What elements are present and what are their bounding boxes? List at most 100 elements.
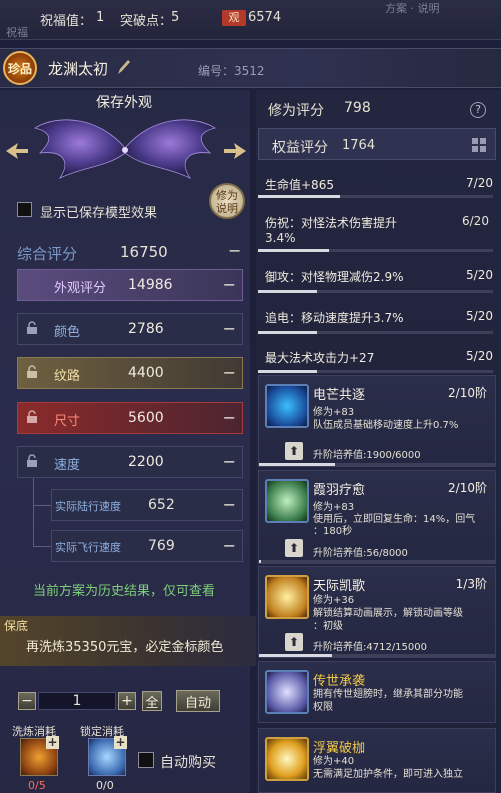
upgrade-arrow-icon[interactable]: ⬆ [285, 633, 303, 651]
land-speed-collapse[interactable]: − [223, 495, 236, 514]
skill-progress-bar [259, 654, 495, 657]
decrease-quantity-button[interactable]: − [18, 692, 36, 710]
prev-arrow-icon[interactable] [4, 140, 30, 166]
total-score-collapse[interactable]: − [228, 241, 241, 260]
speed-value: 2200 [128, 454, 164, 470]
wing-skill-icon [265, 737, 309, 781]
skill-progress-fill [259, 654, 333, 657]
upgrade-arrow-icon[interactable]: ⬆ [285, 442, 303, 460]
breakthrough-label: 突破点： [120, 14, 173, 29]
size-collapse[interactable]: − [223, 408, 236, 427]
stat-text: 伤祝：对怪法术伤害提升 [265, 216, 398, 230]
pattern-collapse[interactable]: − [223, 363, 236, 382]
skill-line: 修为+83 [313, 407, 355, 418]
help-icon[interactable]: ? [470, 102, 486, 118]
lock-cost-count: 0/0 [96, 779, 114, 792]
cultivation-score-label: 修为评分 [268, 103, 324, 119]
skill-line: 权限 [313, 702, 333, 713]
blessing-tag: 祝福 [6, 26, 28, 39]
speed-collapse[interactable]: − [223, 452, 236, 471]
pattern-value: 4400 [128, 365, 164, 381]
rename-pen-icon[interactable] [116, 58, 132, 76]
blessing-label: 祝福值： [40, 14, 93, 29]
skill-name: 传世承袭 [313, 674, 366, 689]
stat-text: 追电：移动速度提升3.7% [265, 311, 404, 325]
lightning-skill-icon [265, 384, 309, 428]
fly-speed-label: 实际飞行速度 [55, 541, 121, 554]
top-right-faint-text: 方案 · 说明 [385, 2, 440, 15]
wings-preview-image [33, 119, 217, 179]
cultivation-note-label: 修为说明 [216, 189, 238, 215]
rights-score-label: 权益评分 [272, 140, 328, 156]
size-row: 尺寸 5600 − [17, 402, 243, 434]
stat-progress-bar [258, 370, 493, 373]
stat-row: 伤祝：对怪法术伤害提升 [265, 214, 455, 231]
land-speed-row: 实际陆行速度 652 − [51, 489, 243, 521]
increase-quantity-button[interactable]: + [118, 692, 136, 710]
all-button[interactable]: 全 [142, 691, 162, 711]
fly-speed-collapse[interactable]: − [223, 536, 236, 555]
upgrade-progress-text: 升阶培养值:1900/6000 [313, 450, 421, 461]
all-button-label: 全 [145, 695, 159, 711]
fly-speed-value: 769 [148, 538, 175, 554]
guarantee-text: 再洗炼35350元宝，必定金标颜色 [26, 640, 224, 655]
stat-progress-bar [258, 290, 493, 293]
size-value: 5600 [128, 410, 164, 426]
add-lock-material-icon[interactable]: + [114, 736, 127, 749]
skill-card[interactable]: 霞羽疗愈 2/10阶 修为+83 使用后，立即回复生命：14%，回气 ：180秒… [258, 470, 496, 564]
skill-tier: 2/10阶 [448, 386, 487, 400]
stat-progress-fill [258, 331, 317, 334]
stat-progress-bar [258, 331, 493, 334]
stat-text: 最大法术攻击力+27 [265, 351, 375, 365]
color-collapse[interactable]: − [223, 319, 236, 338]
stat-row: 御攻：对怪物理减伤2.9% 5/20 [265, 268, 493, 285]
next-arrow-icon[interactable] [222, 140, 248, 166]
quantity-input[interactable]: 1 [38, 692, 116, 710]
skill-card[interactable]: 浮翼破枷 修为+40 无需满足加护条件，即可进入独立 [258, 728, 496, 793]
show-saved-model-checkbox[interactable] [17, 202, 32, 217]
pattern-row: 纹路 4400 − [17, 357, 243, 389]
stat-progress-fill [258, 370, 317, 373]
auto-buy-label: 自动购买 [160, 755, 216, 771]
stat-row: 追电：移动速度提升3.7% 5/20 [265, 309, 493, 326]
skill-card[interactable]: 电芒共逐 2/10阶 修为+83 队伍成员基础移动速度上升0.7% ⬆ 升阶培养… [258, 375, 496, 467]
stat-progress-bar [258, 249, 493, 252]
skill-line: 拥有传世翅膀时，继承其部分功能 [313, 689, 463, 700]
skill-line: 修为+40 [313, 756, 355, 767]
appearance-collapse[interactable]: − [223, 275, 236, 294]
rights-score-value: 1764 [342, 138, 376, 153]
guarantee-tab: 保底 [4, 619, 29, 633]
cultivation-note-button[interactable]: 修为说明 [209, 183, 245, 219]
auto-button[interactable]: 自动 [176, 690, 220, 712]
stat-row: 生命值+865 7/20 [265, 176, 493, 193]
skill-line: 修为+36 [313, 595, 355, 606]
skill-card[interactable]: 传世承袭 拥有传世翅膀时，继承其部分功能 权限 [258, 661, 496, 723]
auto-buy-checkbox[interactable] [138, 752, 154, 768]
blessing-value: 1 [96, 10, 105, 25]
lock-icon[interactable] [26, 365, 38, 379]
skill-line: 队伍成员基础移动速度上升0.7% [313, 420, 459, 431]
skill-card[interactable]: 天际凯歌 1/3阶 修为+36 解锁结算动画展示，解锁动画等级 ：初级 ⬆ 升阶… [258, 566, 496, 658]
upgrade-arrow-icon[interactable]: ⬆ [285, 539, 303, 557]
history-note: 当前方案为历史结果，仅可查看 [33, 584, 216, 599]
skill-line: 无需满足加护条件，即可进入独立 [313, 769, 463, 780]
land-speed-label: 实际陆行速度 [55, 500, 121, 513]
grid-icon[interactable] [472, 138, 486, 156]
add-refine-material-icon[interactable]: + [46, 736, 59, 749]
cultivation-score-value: 798 [344, 100, 371, 116]
lock-icon[interactable] [26, 454, 38, 468]
skill-progress-bar [259, 463, 495, 466]
color-value: 2786 [128, 321, 164, 337]
lock-icon[interactable] [26, 410, 38, 424]
skill-progress-fill [259, 463, 335, 466]
skill-tier: 2/10阶 [448, 481, 487, 495]
skill-line: ：180秒 [313, 526, 353, 537]
breakthrough-value: 5 [171, 10, 180, 25]
size-label: 尺寸 [54, 414, 81, 429]
total-score-value: 16750 [120, 243, 168, 261]
lock-icon[interactable] [26, 321, 38, 335]
stat-level: 5/20 [466, 349, 493, 363]
tree-connector [33, 505, 51, 506]
skill-line: 解锁结算动画展示，解锁动画等级 [313, 608, 463, 619]
quantity-value: 1 [72, 693, 82, 709]
